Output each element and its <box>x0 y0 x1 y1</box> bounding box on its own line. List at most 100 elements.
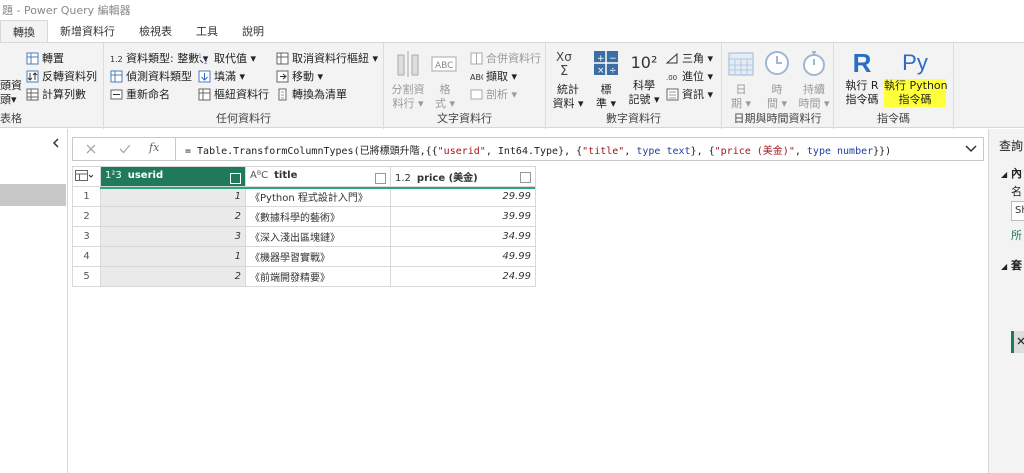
text-type-icon[interactable]: AᴮC <box>250 170 268 181</box>
cancel-icon[interactable] <box>85 143 97 155</box>
table-row[interactable]: 1 1 《Python 程式設計入門》 29.99 <box>72 186 536 207</box>
tab-view[interactable]: 檢視表 <box>127 20 184 42</box>
fill-button[interactable]: 填滿 ▾ <box>198 67 245 85</box>
cell-price[interactable]: 29.99 <box>390 186 536 207</box>
run-python-script-button[interactable]: Py 執行 Python 指令碼 <box>884 47 948 107</box>
cell-userid[interactable]: 2 <box>100 206 246 227</box>
duration-button[interactable]: 持續 時間 ▾ <box>796 47 832 111</box>
selected-query[interactable] <box>0 184 66 206</box>
python-icon: Py <box>902 50 928 75</box>
format-button[interactable]: ABC 格 式 ▾ <box>428 47 462 111</box>
extract-button[interactable]: ABC 擷取 ▾ <box>470 67 517 85</box>
transpose-label: 轉置 <box>42 52 64 65</box>
trig-button[interactable]: 三角 ▾ <box>666 49 713 67</box>
convert-to-list-button[interactable]: 轉換為清單 <box>276 85 347 103</box>
collapse-chevron-icon[interactable] <box>50 137 62 149</box>
filter-dropdown-icon[interactable] <box>520 172 531 183</box>
pivot-column-button[interactable]: 樞紐資料行 <box>198 85 269 103</box>
use-headers-button[interactable]: 頭資 頭▾ <box>0 79 22 107</box>
move-icon <box>276 70 289 82</box>
applied-step-selected[interactable] <box>1011 331 1024 353</box>
merge-columns-button[interactable]: 合併資料行 <box>470 49 541 67</box>
row-number[interactable]: 3 <box>72 226 101 247</box>
cell-title[interactable]: 《Python 程式設計入門》 <box>245 186 391 207</box>
fx-icon[interactable]: fx <box>149 141 159 154</box>
text-column-group-label: 文字資料行 <box>437 112 492 125</box>
svg-text:2: 2 <box>204 59 208 65</box>
cell-title[interactable]: 《數據科學的藝術》 <box>245 206 391 227</box>
statistics-button[interactable]: Xσ Σ 統計 資料 ▾ <box>550 47 586 111</box>
filter-dropdown-icon[interactable] <box>375 172 386 184</box>
all-properties-link[interactable]: 所 <box>1011 227 1022 243</box>
extract-label: 擷取 ▾ <box>486 70 518 83</box>
pivot-column-icon <box>198 88 211 100</box>
cell-price[interactable]: 49.99 <box>390 246 536 267</box>
cell-userid[interactable]: 3 <box>100 226 246 247</box>
information-button[interactable]: 資訊 ▾ <box>666 85 713 103</box>
cell-userid[interactable]: 1 <box>100 246 246 267</box>
data-grid: 1²3 userid AᴮC title 1.2 price (美金) 1 1 《Py… <box>72 166 536 287</box>
query-name-input[interactable]: Sh <box>1011 201 1024 221</box>
count-rows-button[interactable]: 計算列數 <box>26 85 86 103</box>
parse-button[interactable]: 剖析 ▾ <box>470 85 517 103</box>
whole-number-type-icon[interactable]: 1²3 <box>105 170 122 181</box>
replace-values-button[interactable]: 12 取代值 ▾ <box>198 49 256 67</box>
split-column-button[interactable]: 分割資 料行 ▾ <box>388 47 428 111</box>
cell-title[interactable]: 《前端開發精要》 <box>245 266 391 287</box>
cell-price[interactable]: 39.99 <box>390 206 536 227</box>
svg-text:.00: .00 <box>666 74 677 82</box>
column-header-title[interactable]: AᴮC title <box>245 166 391 187</box>
column-quality-bar <box>100 187 245 189</box>
time-button[interactable]: 時 間 ▾ <box>760 47 794 111</box>
cell-userid[interactable]: 1 <box>100 186 246 207</box>
reverse-rows-button[interactable]: 反轉資料列 <box>26 67 97 85</box>
transpose-button[interactable]: 轉置 <box>26 49 64 67</box>
delete-step-icon[interactable] <box>1016 336 1024 346</box>
tab-add-column[interactable]: 新增資料行 <box>48 20 127 42</box>
commit-check-icon[interactable] <box>119 143 131 155</box>
row-number[interactable]: 1 <box>72 186 101 207</box>
expand-formula-chevron-icon[interactable] <box>965 144 977 154</box>
tab-transform[interactable]: 轉換 <box>0 20 48 42</box>
count-rows-label: 計算列數 <box>42 88 86 101</box>
split-column-icon <box>397 51 419 77</box>
decimal-type-icon[interactable]: 1.2 <box>395 173 411 184</box>
data-type-dropdown[interactable]: 1.2 資料類型: 整數 ▾ <box>110 49 208 67</box>
cell-price[interactable]: 24.99 <box>390 266 536 287</box>
table-menu-button[interactable] <box>72 166 101 187</box>
table-row[interactable]: 3 3 《深入淺出區塊鏈》 34.99 <box>72 226 536 247</box>
scientific-button[interactable]: 10² 科學 記號 ▾ <box>626 47 662 107</box>
column-header-price[interactable]: 1.2 price (美金) <box>390 166 536 187</box>
data-type-label: 資料類型: 整數 ▾ <box>126 52 209 65</box>
cell-title[interactable]: 《機器學習實戰》 <box>245 246 391 267</box>
table-row[interactable]: 4 1 《機器學習實戰》 49.99 <box>72 246 536 267</box>
run-r-script-button[interactable]: R 執行 R 指令碼 <box>842 47 882 107</box>
unpivot-button[interactable]: 取消資料行樞紐 ▾ <box>276 49 378 67</box>
use-headers-label-1: 頭資 <box>0 79 22 92</box>
formula-text[interactable]: = Table.TransformColumnTypes(已將標頭升階,{{"u… <box>185 142 891 157</box>
move-button[interactable]: 移動 ▾ <box>276 67 323 85</box>
filter-dropdown-icon[interactable] <box>230 172 241 184</box>
row-number[interactable]: 4 <box>72 246 101 267</box>
cell-price[interactable]: 34.99 <box>390 226 536 247</box>
tab-help[interactable]: 說明 <box>230 20 276 42</box>
cell-userid[interactable]: 2 <box>100 266 246 287</box>
rename-button[interactable]: 重新命名 <box>110 85 170 103</box>
row-number[interactable]: 2 <box>72 206 101 227</box>
table-row[interactable]: 5 2 《前端開發精要》 24.99 <box>72 266 536 287</box>
table-row[interactable]: 2 2 《數據科學的藝術》 39.99 <box>72 206 536 227</box>
scientific-label: 科學 記號 ▾ <box>628 79 660 106</box>
standard-button[interactable]: + − × ÷ 標 準 ▾ <box>588 47 624 111</box>
query-settings-title: 查詢 <box>999 139 1024 153</box>
run-python-label: 執行 Python 指令碼 <box>884 79 948 107</box>
detect-type-button[interactable]: 偵測資料類型 <box>110 67 192 85</box>
row-number[interactable]: 5 <box>72 266 101 287</box>
column-header-userid[interactable]: 1²3 userid <box>100 166 246 187</box>
rounding-button[interactable]: .00 進位 ▾ <box>666 67 713 85</box>
unpivot-label: 取消資料行樞紐 ▾ <box>292 52 379 65</box>
date-button[interactable]: 日 期 ▾ <box>724 47 758 111</box>
rounding-icon: .00 <box>666 74 677 82</box>
number-column-group-label: 數字資料行 <box>606 112 661 125</box>
cell-title[interactable]: 《深入淺出區塊鏈》 <box>245 226 391 247</box>
tab-tools[interactable]: 工具 <box>184 20 230 42</box>
